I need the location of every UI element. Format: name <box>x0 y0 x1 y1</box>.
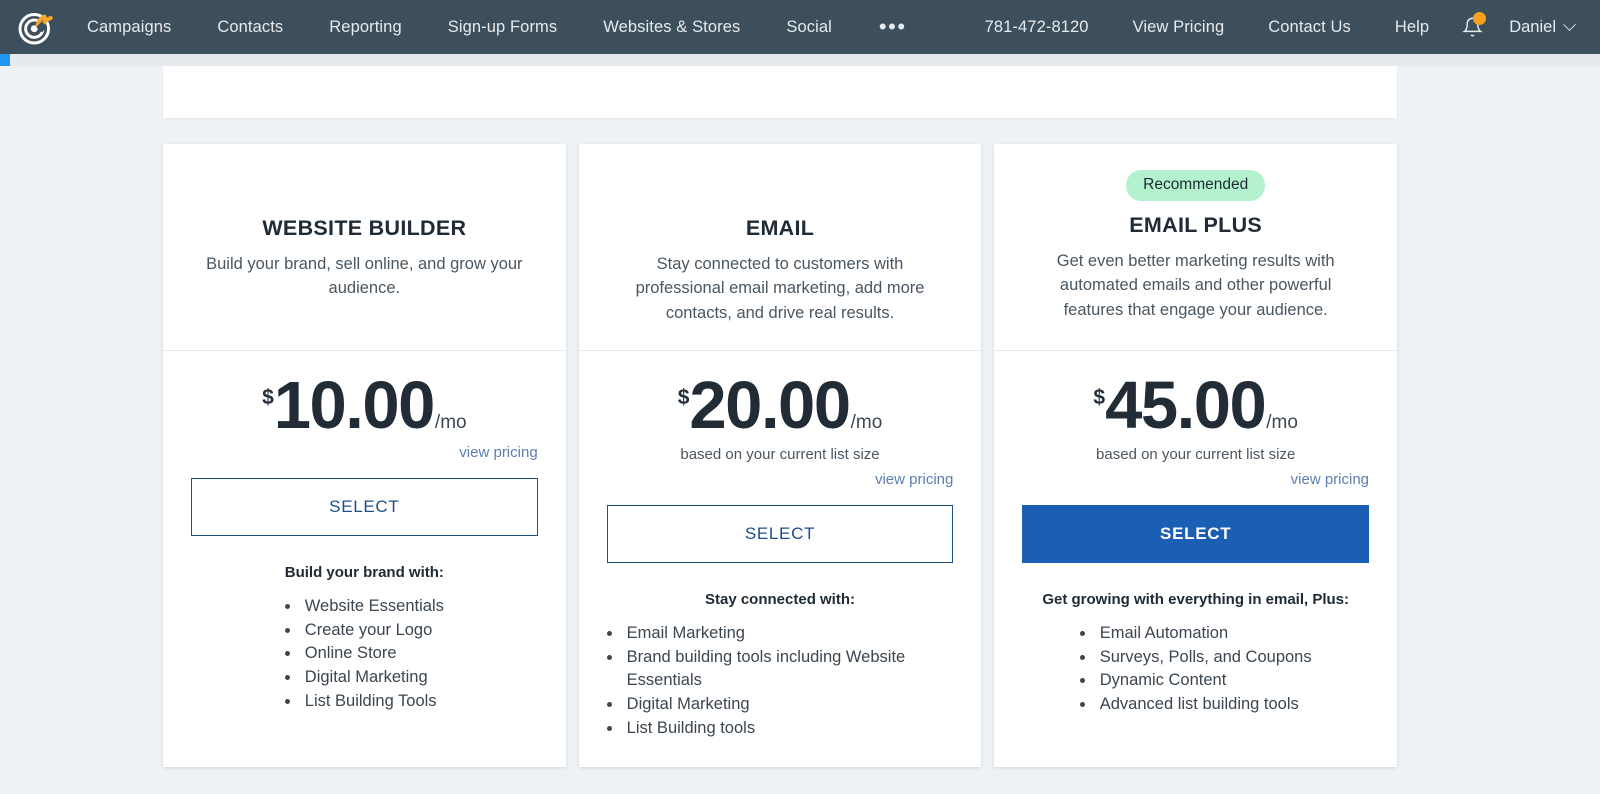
top-navigation-bar: Campaigns Contacts Reporting Sign-up For… <box>0 0 1600 54</box>
price-row: $ 20.00 /mo <box>607 368 954 443</box>
feature-item: Website Essentials <box>301 595 444 619</box>
features-title: Build your brand with: <box>284 563 444 581</box>
features-section: Build your brand with: Website Essential… <box>191 564 538 741</box>
feature-item: Create your Logo <box>301 619 444 643</box>
page-body: WEBSITE BUILDER Build your brand, sell o… <box>0 66 1600 794</box>
notification-badge-dot <box>1473 12 1487 25</box>
select-plan-button[interactable]: SELECT <box>191 477 538 536</box>
feature-item: Surveys, Polls, and Coupons <box>1096 646 1312 670</box>
nav-item-view-pricing[interactable]: View Pricing <box>1111 0 1247 54</box>
price-period: /mo <box>1266 411 1298 433</box>
price-note: based on your current list size <box>1096 445 1296 463</box>
price-period: /mo <box>434 411 467 433</box>
feature-item: Digital Marketing <box>623 693 954 717</box>
feature-item: Email Automation <box>1096 622 1312 646</box>
user-account-menu[interactable]: Daniel <box>1493 18 1578 37</box>
currency-symbol: $ <box>1093 386 1106 409</box>
plan-description: Stay connected to customers with profess… <box>635 255 925 322</box>
feature-item: Advanced list building tools <box>1096 693 1312 717</box>
constant-contact-logo[interactable] <box>8 0 64 54</box>
price-amount: 10.00 <box>273 368 436 443</box>
feature-item: Digital Marketing <box>301 666 444 690</box>
card-header: Recommended EMAIL PLUS Get even better m… <box>994 144 1398 351</box>
secondary-nav-links: 781-472-8120 View Pricing Contact Us Hel… <box>963 0 1578 54</box>
progress-strip <box>0 54 1600 66</box>
feature-item: List Building Tools <box>301 690 444 714</box>
nav-item-help[interactable]: Help <box>1373 0 1451 54</box>
nav-overflow-menu-icon[interactable]: ••• <box>855 0 925 54</box>
currency-symbol: $ <box>677 386 690 409</box>
badge-placeholder <box>607 170 954 216</box>
nav-item-websites-stores[interactable]: Websites & Stores <box>580 0 763 54</box>
feature-item: List Building tools <box>623 717 954 741</box>
progress-strip-segment <box>0 54 10 66</box>
pricing-card-website-builder[interactable]: WEBSITE BUILDER Build your brand, sell o… <box>163 144 566 768</box>
view-pricing-link[interactable]: view pricing <box>607 471 953 488</box>
features-list: Email Marketing Brand building tools inc… <box>601 622 954 742</box>
nav-item-reporting[interactable]: Reporting <box>306 0 424 54</box>
recommended-badge: Recommended <box>1126 170 1266 201</box>
price-amount: 20.00 <box>689 368 851 443</box>
card-body: $ 20.00 /mo based on your current list s… <box>579 351 982 767</box>
nav-item-social[interactable]: Social <box>763 0 855 54</box>
plan-title: EMAIL PLUS <box>1129 213 1263 237</box>
feature-item: Brand building tools including Website E… <box>623 646 954 694</box>
user-name-label: Daniel <box>1509 17 1556 36</box>
price-row: $ 10.00 /mo <box>191 368 538 443</box>
feature-item: Online Store <box>301 642 444 666</box>
view-pricing-link[interactable]: view pricing <box>191 444 537 461</box>
price-row: $ 45.00 /mo <box>1022 368 1369 443</box>
features-list: Email Automation Surveys, Polls, and Cou… <box>1074 622 1312 718</box>
pricing-card-email[interactable]: EMAIL Stay connected to customers with p… <box>578 144 982 768</box>
card-header: WEBSITE BUILDER Build your brand, sell o… <box>163 144 566 351</box>
view-pricing-link[interactable]: view pricing <box>1022 471 1369 488</box>
price-period: /mo <box>850 411 883 433</box>
pricing-plan-cards: WEBSITE BUILDER Build your brand, sell o… <box>163 144 1398 768</box>
price-amount: 45.00 <box>1105 368 1267 443</box>
currency-symbol: $ <box>262 386 274 409</box>
price-note: based on your current list size <box>680 445 880 463</box>
notifications-button[interactable] <box>1451 0 1493 54</box>
nav-item-contacts[interactable]: Contacts <box>194 0 306 54</box>
pricing-card-email-plus[interactable]: Recommended EMAIL PLUS Get even better m… <box>994 144 1398 768</box>
plan-description: Build your brand, sell online, and grow … <box>206 255 523 298</box>
nav-item-signup-forms[interactable]: Sign-up Forms <box>425 0 581 54</box>
primary-nav-links: Campaigns Contacts Reporting Sign-up For… <box>64 0 925 54</box>
card-body: $ 45.00 /mo based on your current list s… <box>994 351 1397 767</box>
nav-item-campaigns[interactable]: Campaigns <box>64 0 194 54</box>
content-panel-top <box>163 66 1397 118</box>
nav-phone-number[interactable]: 781-472-8120 <box>963 0 1111 54</box>
select-plan-button[interactable]: SELECT <box>1022 504 1370 563</box>
features-section: Get growing with everything in email, Pl… <box>1022 591 1369 744</box>
chevron-down-icon <box>1563 17 1576 31</box>
plan-description: Get even better marketing results with a… <box>1056 252 1335 319</box>
feature-item: Dynamic Content <box>1096 669 1312 693</box>
features-title: Stay connected with: <box>704 590 856 608</box>
nav-item-contact-us[interactable]: Contact Us <box>1246 0 1373 54</box>
card-header: EMAIL Stay connected to customers with p… <box>578 144 982 351</box>
feature-item: Email Marketing <box>623 622 954 646</box>
features-title: Get growing with everything in email, Pl… <box>1042 590 1350 608</box>
features-list: Website Essentials Create your Logo Onli… <box>279 595 444 715</box>
badge-placeholder <box>191 170 538 216</box>
plan-title: WEBSITE BUILDER <box>262 216 467 240</box>
features-section: Stay connected with: Email Marketing Bra… <box>607 591 954 768</box>
card-body: $ 10.00 /mo view pricing SELECT Build yo… <box>163 351 566 767</box>
select-plan-button[interactable]: SELECT <box>606 504 954 563</box>
plan-title: EMAIL <box>745 216 815 240</box>
